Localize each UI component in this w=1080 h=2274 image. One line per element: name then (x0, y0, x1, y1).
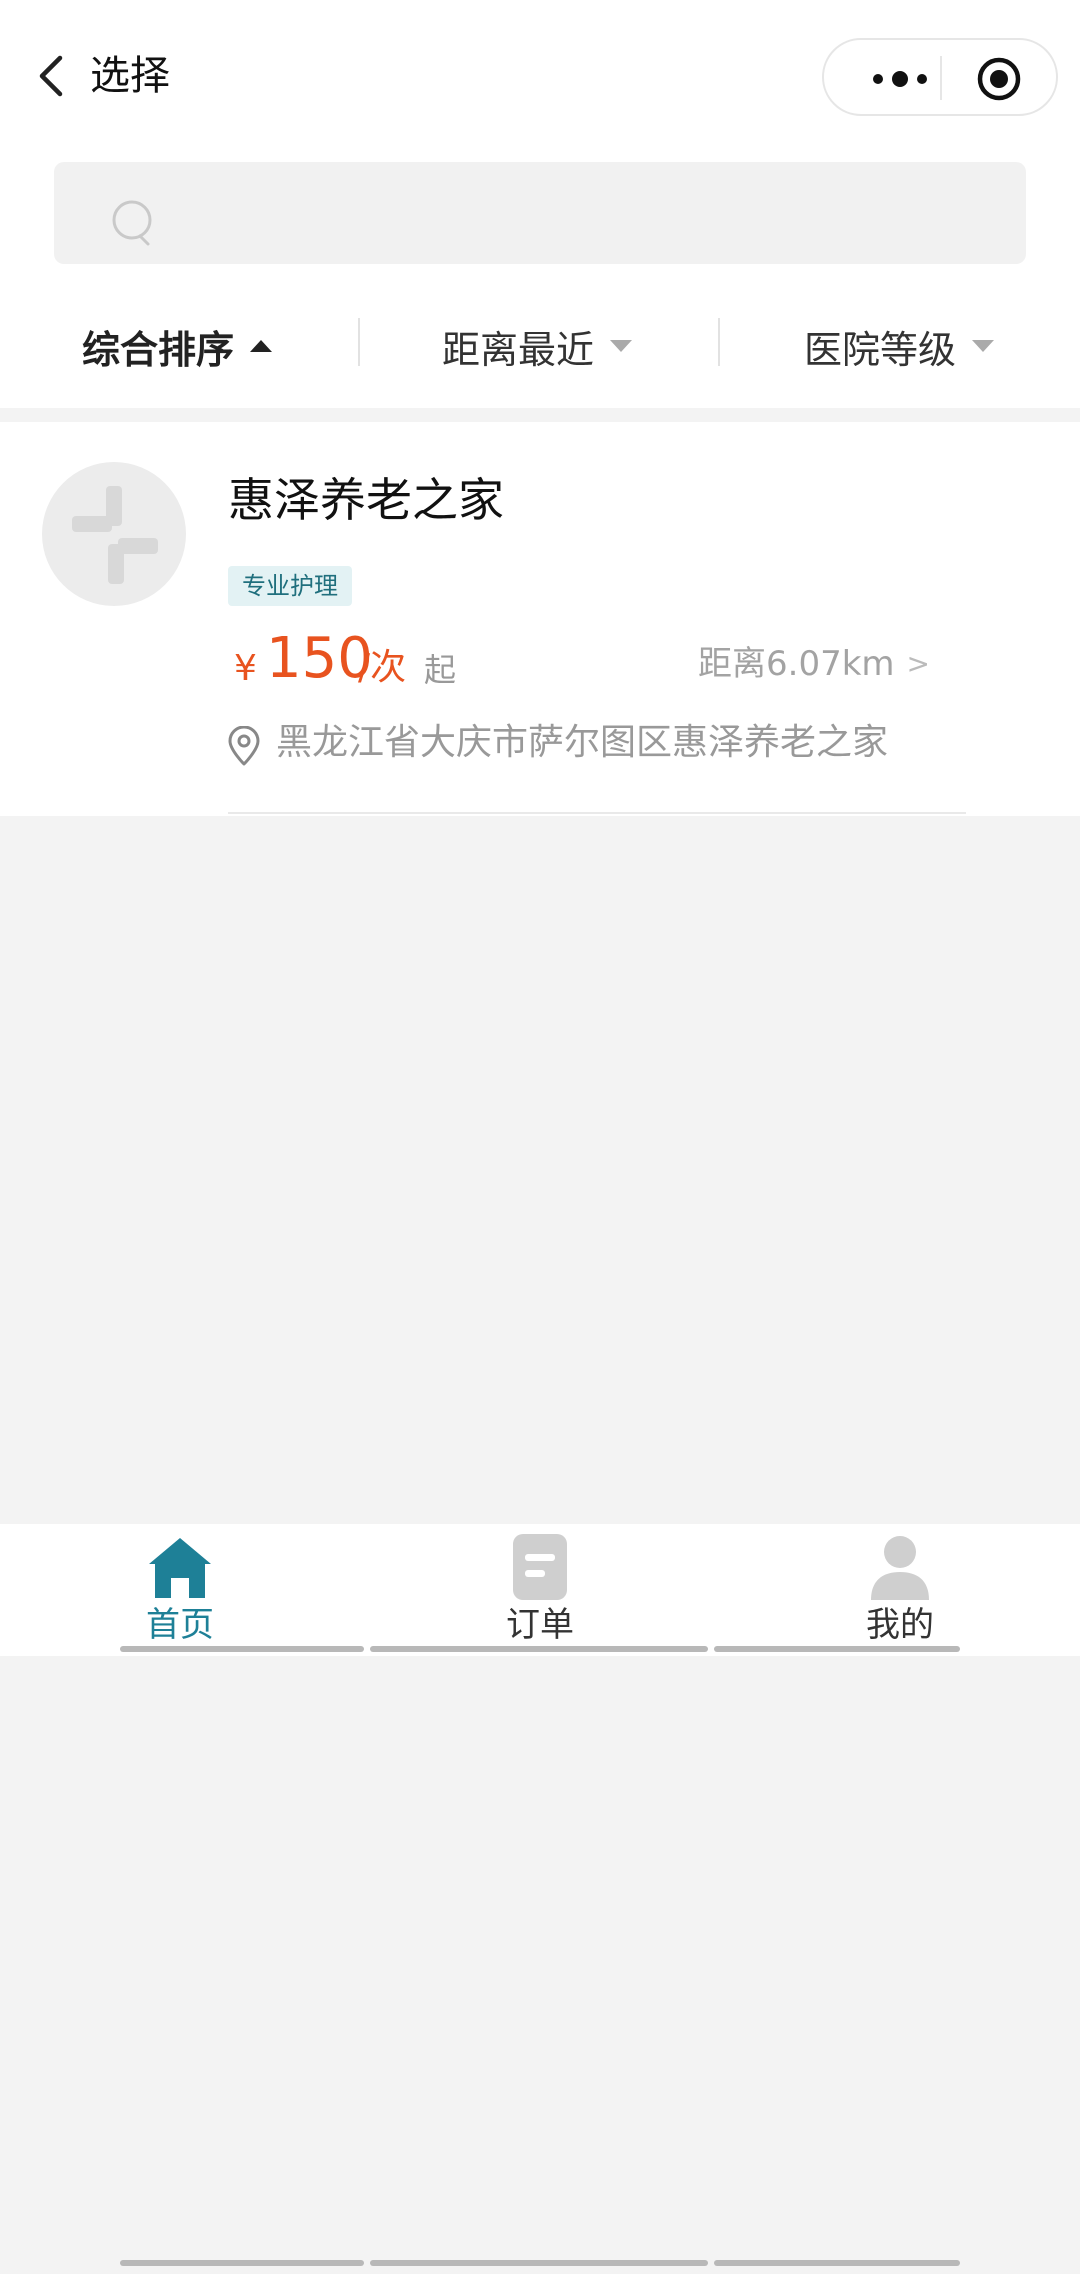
tab-indicator (120, 1646, 364, 1652)
tab-label: 订单 (506, 1605, 574, 1645)
back-button[interactable] (30, 46, 74, 106)
price-unit: /次 (358, 647, 407, 688)
bottom-indicator (120, 2260, 364, 2266)
medical-cross-icon (72, 486, 158, 584)
triangle-down-icon (972, 340, 995, 352)
institution-card[interactable]: 惠泽养老之家 专业护理 ¥ 150 /次 起 距离6.07km > 黑龙江省大庆… (0, 422, 1080, 816)
location-pin-icon (228, 726, 260, 766)
filter-comprehensive-sort[interactable]: 综合排序 (82, 318, 273, 374)
triangle-down-icon (610, 340, 633, 352)
tab-mine[interactable]: 我的 (820, 1524, 980, 1656)
capsule-divider (940, 56, 942, 100)
filter-label: 医院等级 (804, 327, 957, 372)
tab-home[interactable]: 首页 (100, 1524, 260, 1656)
tab-label: 首页 (146, 1605, 214, 1645)
institution-logo (42, 462, 186, 606)
service-tag: 专业护理 (228, 566, 352, 606)
distance-text: 距离6.07km (698, 644, 895, 684)
address-text: 黑龙江省大庆市萨尔图区惠泽养老之家 (276, 722, 889, 763)
page-title: 选择 (90, 53, 170, 99)
chevron-right-icon: > (906, 647, 930, 680)
tab-label: 我的 (866, 1605, 934, 1645)
card-divider (228, 812, 966, 814)
filter-hospital-level[interactable]: 医院等级 (804, 318, 995, 374)
filter-divider (718, 318, 720, 366)
user-icon (871, 1536, 929, 1600)
price-value: 150 (266, 626, 373, 691)
close-program-button[interactable] (976, 56, 1022, 102)
navigation-bar: 选择 (0, 0, 1080, 152)
filter-bar: 综合排序 距离最近 医院等级 (0, 282, 1080, 408)
filter-label: 距离最近 (442, 327, 595, 372)
bottom-indicator (370, 2260, 708, 2266)
tab-orders[interactable]: 订单 (460, 1524, 620, 1656)
search-input[interactable] (174, 190, 994, 238)
search-box[interactable] (54, 162, 1026, 264)
price-from-label: 起 (424, 651, 457, 689)
search-icon (112, 200, 152, 246)
mini-program-capsule (822, 38, 1058, 116)
price-currency: ¥ (234, 648, 257, 689)
address-row: 黑龙江省大庆市萨尔图区惠泽养老之家 (226, 718, 1026, 768)
bottom-indicator (714, 2260, 960, 2266)
order-icon (513, 1534, 567, 1600)
filter-divider (358, 318, 360, 366)
more-button[interactable] (860, 64, 940, 94)
tab-bar: 首页 订单 我的 (0, 1524, 1080, 1656)
chevron-left-icon (39, 55, 63, 97)
triangle-up-icon (250, 340, 273, 352)
filter-nearest[interactable]: 距离最近 (442, 318, 633, 374)
institution-name: 惠泽养老之家 (228, 473, 504, 527)
search-bar (0, 152, 1080, 282)
price-row: ¥ 150 /次 起 距离6.07km > (228, 626, 948, 696)
tab-indicator (714, 1646, 960, 1652)
more-dots-icon (873, 71, 927, 87)
distance-link[interactable]: 距离6.07km > (698, 640, 930, 688)
filter-label: 综合排序 (82, 327, 235, 372)
tab-indicator (370, 1646, 708, 1652)
home-icon (149, 1538, 211, 1598)
target-icon (977, 57, 1021, 101)
